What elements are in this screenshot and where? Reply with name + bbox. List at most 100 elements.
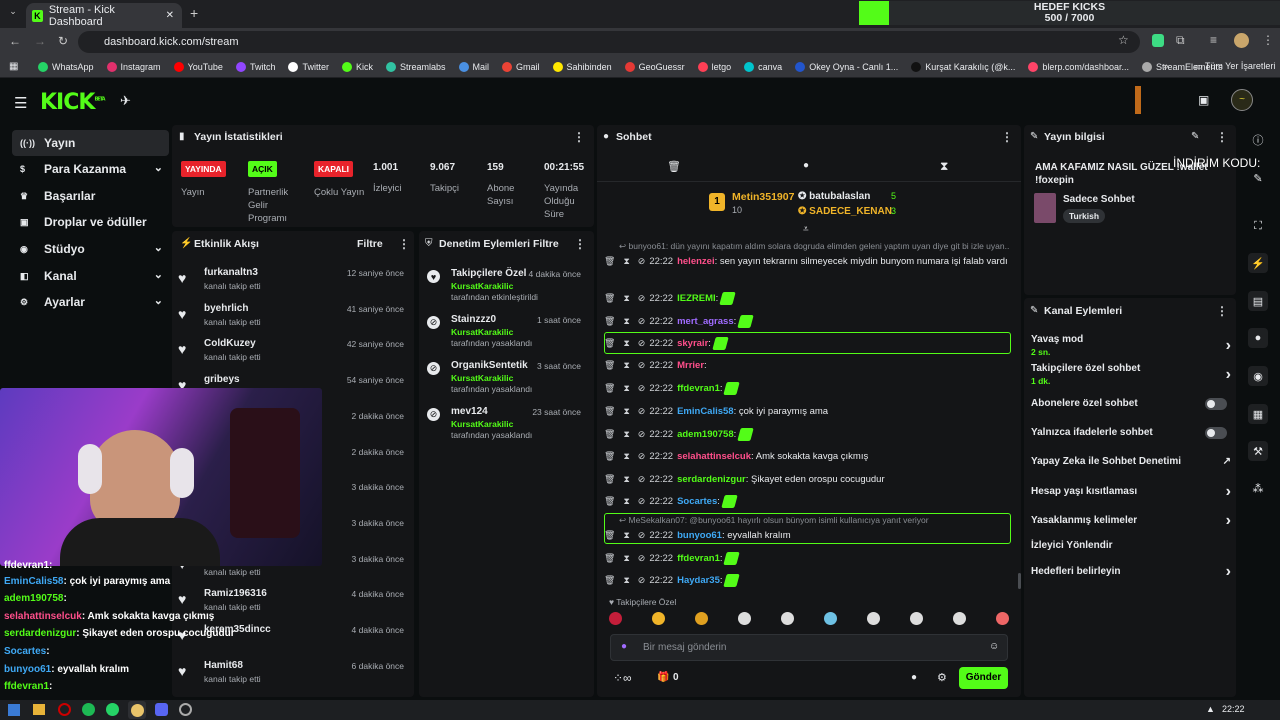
moderation-menu-icon[interactable]: ⋮ — [574, 237, 586, 251]
bookmark-item[interactable]: YouTube — [173, 61, 223, 72]
file-explorer-icon[interactable] — [33, 704, 45, 715]
bookmark-item[interactable]: Mail — [458, 61, 489, 72]
message-user[interactable]: skyrair — [677, 338, 708, 349]
moderation-target[interactable]: Stainzzz0 — [451, 314, 496, 325]
url-field[interactable]: dashboard.kick.com/stream — [78, 31, 1140, 53]
spotify-icon[interactable] — [82, 703, 95, 716]
ban-icon[interactable]: ⊘ — [638, 530, 646, 540]
gift-icon[interactable]: 🎁 — [657, 672, 669, 683]
message-user[interactable]: bunyoo61 — [677, 530, 722, 541]
bookmark-star-icon[interactable]: ☆ — [1118, 33, 1129, 47]
chat-tab-icon[interactable]: ● — [803, 160, 809, 171]
message-user[interactable]: serdardenizgur — [677, 474, 746, 485]
timeout-icon[interactable]: ⧗ — [623, 338, 629, 348]
bookmark-item[interactable]: Instagram — [106, 61, 161, 72]
opera-icon[interactable] — [58, 703, 71, 716]
delete-message-icon[interactable]: 🗑 — [604, 451, 615, 461]
bookmark-item[interactable]: WhatsApp — [38, 61, 94, 72]
ban-icon[interactable]: ⊘ — [638, 451, 646, 461]
user-avatar[interactable]: ~ — [1231, 89, 1253, 111]
timeout-icon[interactable]: ⧗ — [623, 256, 629, 266]
channel-action-item[interactable]: Hesap yaşı kısıtlaması › — [1031, 483, 1231, 500]
emote-icon[interactable] — [910, 612, 923, 625]
lightning-icon[interactable]: ⚡ — [1248, 253, 1268, 273]
bookmark-item[interactable]: Okey Oyna - Canlı 1... — [795, 61, 898, 72]
back-icon[interactable]: ← — [9, 34, 21, 48]
bookmark-item[interactable]: Twitter — [288, 61, 329, 72]
delete-message-icon[interactable]: 🗑 — [604, 575, 615, 585]
bookmark-item[interactable]: Sahibinden — [552, 61, 612, 72]
whatsapp-icon[interactable] — [106, 703, 119, 716]
event-user[interactable]: Hamit68 — [204, 660, 243, 671]
hourglass-icon[interactable]: ⧗ — [940, 159, 948, 174]
message-user[interactable]: mert_agrass — [677, 316, 734, 327]
ban-icon[interactable]: ⊘ — [638, 383, 646, 393]
tray-icon[interactable]: ▲ — [1206, 704, 1215, 714]
channel-action-item[interactable]: İzleyici Yönlendir — [1031, 540, 1231, 551]
hamburger-menu-icon[interactable]: ☰ — [14, 94, 27, 112]
bookmark-item[interactable]: letgo — [697, 61, 731, 72]
clipboard-icon[interactable]: ▤ — [1248, 291, 1268, 311]
sidebar-item-3[interactable]: ▣ Droplar ve ödüller — [12, 209, 169, 235]
channel-action-item[interactable]: Yalnızca ifadelerle sohbet — [1031, 427, 1231, 439]
media-icon[interactable]: ≡ — [1210, 33, 1217, 47]
edit-pencil-icon[interactable]: ✎ — [1191, 131, 1199, 142]
chat-input[interactable]: ● Bir mesaj gönderin ☺ — [610, 634, 1008, 661]
moderation-filter-button[interactable]: Filtre — [533, 238, 559, 250]
sidebar-item-6[interactable]: ⚙ Ayarlar ⌄ — [12, 289, 169, 315]
edit-pencil-icon[interactable]: ✎ — [1248, 168, 1268, 188]
ban-icon[interactable]: ⊘ — [638, 575, 646, 585]
message-user[interactable]: helenzei — [677, 256, 715, 267]
ban-icon[interactable]: ⊘ — [638, 316, 646, 326]
stats-menu-icon[interactable]: ⋮ — [573, 130, 585, 144]
extensions-icon[interactable]: ⧉ — [1176, 33, 1185, 48]
message-user[interactable]: selahattinselcuk — [677, 451, 751, 462]
chrome-icon[interactable] — [131, 704, 144, 717]
chat-scrollbar[interactable] — [1018, 573, 1021, 589]
bookmark-item[interactable]: Streamlabs — [385, 61, 446, 72]
channel-actions-menu-icon[interactable]: ⋮ — [1216, 304, 1228, 318]
apps-icon[interactable]: ▦ — [9, 61, 18, 72]
delete-message-icon[interactable]: 🗑 — [604, 496, 615, 506]
emote-icon[interactable] — [824, 612, 837, 625]
bookmarks-overflow-icon[interactable]: » — [1163, 61, 1169, 72]
activity-filter-button[interactable]: Filtre — [357, 238, 383, 250]
timeout-icon[interactable]: ⧗ — [623, 316, 629, 326]
pin-icon[interactable]: ✈ — [120, 93, 131, 109]
emote-icon[interactable] — [652, 612, 665, 625]
timeout-icon[interactable]: ⧗ — [623, 530, 629, 540]
chat-icon[interactable]: ● — [1248, 328, 1268, 348]
channel-action-item[interactable]: Takipçilere özel sohbet 1 dk. › — [1031, 363, 1231, 386]
emote-icon[interactable] — [695, 612, 708, 625]
timeout-icon[interactable]: ⧗ — [623, 496, 629, 506]
message-user[interactable]: Mrrier — [677, 360, 704, 371]
ban-icon[interactable]: ⊘ — [638, 256, 646, 266]
tab-close-icon[interactable]: ✕ — [166, 10, 174, 21]
delete-message-icon[interactable]: 🗑 — [604, 553, 615, 563]
channel-action-item[interactable]: Yapay Zeka ile Sohbet Denetimi ↗ — [1031, 456, 1231, 467]
ban-icon[interactable]: ⊘ — [638, 338, 646, 348]
delete-message-icon[interactable]: 🗑 — [604, 474, 615, 484]
timeout-icon[interactable]: ⧗ — [623, 553, 629, 563]
leaderboard-collapse-icon[interactable]: ⩡ — [803, 224, 809, 235]
delete-message-icon[interactable]: 🗑 — [604, 293, 615, 303]
emote-icon[interactable] — [781, 612, 794, 625]
emoji-icon[interactable]: ☺ — [989, 641, 999, 652]
event-user[interactable]: ColdKuzey — [204, 338, 256, 349]
delete-message-icon[interactable]: 🗑 — [604, 429, 615, 439]
bookmark-item[interactable]: blerp.com/dashboar... — [1028, 61, 1129, 72]
message-user[interactable]: ffdevran1 — [677, 553, 720, 564]
emote-icon[interactable] — [996, 612, 1009, 625]
ban-icon[interactable]: ⊘ — [638, 474, 646, 484]
language-tag[interactable]: Turkish — [1063, 209, 1106, 223]
moderation-target[interactable]: OrganikSentetik — [451, 360, 528, 371]
delete-message-icon[interactable]: 🗑 — [604, 256, 615, 266]
sidebar-item-2[interactable]: ♛ Başarılar — [12, 183, 169, 209]
message-user[interactable]: ffdevran1 — [677, 383, 720, 394]
bookmark-item[interactable]: Kick — [341, 61, 373, 72]
layout-icon[interactable]: ▦ — [1248, 404, 1268, 424]
browser-tab[interactable]: K Stream - Kick Dashboard ✕ — [26, 3, 182, 28]
extension-shield-icon[interactable] — [1152, 34, 1164, 47]
moderation-target[interactable]: mev124 — [451, 406, 488, 417]
send-button[interactable]: Gönder — [959, 667, 1008, 689]
